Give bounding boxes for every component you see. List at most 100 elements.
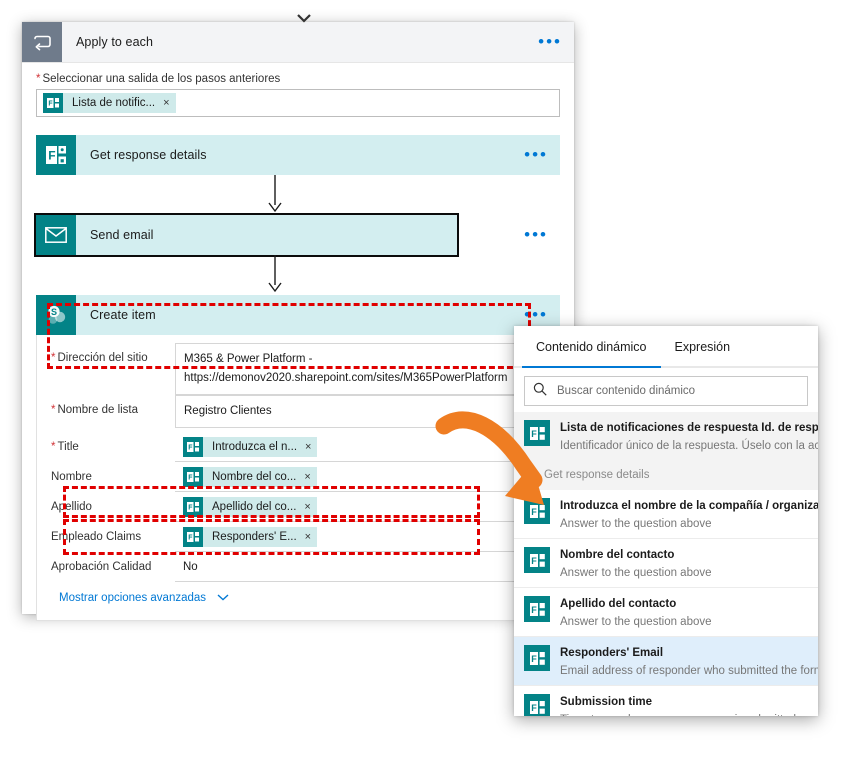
forms-icon-glyph: F bbox=[46, 146, 66, 164]
label-nombre: Nombre bbox=[51, 471, 92, 483]
list-name-input[interactable]: Registro Clientes bbox=[175, 395, 545, 428]
microsoft-forms-icon: F bbox=[524, 498, 550, 524]
dynamic-content-panel: Contenido dinámico Expresión Buscar cont… bbox=[514, 326, 818, 716]
empleado-claims-token-remove[interactable]: × bbox=[305, 531, 311, 543]
dynamic-item-title: Apellido del contacto bbox=[560, 598, 677, 610]
connector-2 bbox=[36, 255, 560, 295]
svg-text:F: F bbox=[188, 474, 193, 481]
empleado-claims-token[interactable]: F Responders' E... × bbox=[183, 526, 318, 547]
control-aprobacion-calidad[interactable]: No bbox=[175, 552, 545, 582]
search-icon-glyph bbox=[533, 382, 547, 396]
control-empleado-claims[interactable]: F Responders' E... × bbox=[175, 522, 545, 552]
aprobacion-calidad-dropdown[interactable]: No bbox=[175, 552, 545, 582]
action-card-create-item[interactable]: S Create item ••• bbox=[36, 295, 560, 335]
output-token[interactable]: F Lista de notific... × bbox=[43, 93, 176, 113]
apellido-token-label: Apellido del co... bbox=[212, 500, 297, 513]
apply-to-each-header[interactable]: Apply to each ••• bbox=[22, 22, 574, 63]
microsoft-forms-icon: F bbox=[524, 547, 550, 573]
control-apellido[interactable]: F Apellido del co... × bbox=[175, 492, 545, 522]
dynamic-item-nombre-compania[interactable]: F Introduzca el nombre de la compañía / … bbox=[514, 490, 818, 539]
microsoft-forms-icon: F bbox=[183, 496, 203, 517]
sharepoint-icon-glyph: S bbox=[48, 305, 66, 324]
dynamic-item-title: Submission time bbox=[560, 696, 653, 708]
label-title-text: Title bbox=[57, 441, 79, 453]
nombre-token-label: Nombre del co... bbox=[212, 470, 297, 483]
title-token-remove[interactable]: × bbox=[305, 441, 311, 453]
forms-icon-glyph: F bbox=[187, 441, 199, 452]
label-site-address-text: Dirección del sitio bbox=[57, 352, 148, 364]
advanced-options-link[interactable]: Mostrar opciones avanzadas bbox=[37, 582, 206, 604]
required-star: * bbox=[36, 73, 41, 85]
required-star-title: * bbox=[51, 441, 56, 453]
output-token-remove[interactable]: × bbox=[163, 97, 169, 109]
action-card-send-email[interactable]: Send email bbox=[34, 213, 459, 257]
dynamic-item-desc: Timestamp when a new response is submitt… bbox=[560, 714, 796, 716]
apply-to-each-title: Apply to each bbox=[76, 35, 154, 49]
tab-contenido-dinamico[interactable]: Contenido dinámico bbox=[522, 326, 661, 368]
dynamic-section-get-response-details[interactable]: Get response details bbox=[514, 460, 818, 490]
required-star-list: * bbox=[51, 404, 56, 416]
advanced-options-row: Mostrar opciones avanzadas bbox=[37, 582, 559, 606]
svg-text:F: F bbox=[531, 654, 537, 664]
empleado-claims-input[interactable]: F Responders' E... × bbox=[175, 522, 545, 552]
arrow-down-icon bbox=[268, 175, 282, 213]
tab-expresion[interactable]: Expresión bbox=[661, 326, 745, 366]
svg-text:F: F bbox=[188, 504, 193, 511]
title-input[interactable]: F Introduzca el n... × bbox=[175, 432, 545, 462]
dynamic-item-text: Lista de notificaciones de respuesta Id.… bbox=[550, 418, 818, 454]
microsoft-forms-icon: F bbox=[36, 135, 76, 175]
action-card-get-response-details[interactable]: F Get response details ••• bbox=[36, 135, 560, 175]
control-list-name[interactable]: Registro Clientes bbox=[175, 395, 545, 428]
action-menu-create-item[interactable]: ••• bbox=[524, 306, 548, 323]
apply-to-each-menu-button[interactable]: ••• bbox=[538, 33, 562, 50]
dynamic-item-apellido-contacto[interactable]: F Apellido del contacto Answer to the qu… bbox=[514, 588, 818, 637]
apellido-token[interactable]: F Apellido del co... × bbox=[183, 496, 317, 517]
apellido-input[interactable]: F Apellido del co... × bbox=[175, 492, 545, 522]
action-title-send-email: Send email bbox=[90, 228, 154, 242]
collapse-chevron-icon[interactable] bbox=[296, 14, 312, 26]
dynamic-item-lista-notificaciones[interactable]: F Lista de notificaciones de respuesta I… bbox=[514, 412, 818, 460]
apellido-token-remove[interactable]: × bbox=[304, 501, 310, 513]
svg-text:F: F bbox=[48, 101, 53, 108]
dynamic-item-text: Nombre del contacto Answer to the questi… bbox=[550, 545, 808, 581]
title-token[interactable]: F Introduzca el n... × bbox=[183, 436, 318, 457]
dynamic-item-text: Responders' Email Email address of respo… bbox=[550, 643, 818, 679]
forms-icon-glyph: F bbox=[529, 651, 545, 665]
close-icon[interactable] bbox=[524, 468, 536, 483]
nombre-token-remove[interactable]: × bbox=[304, 471, 310, 483]
dynamic-item-title: Nombre del contacto bbox=[560, 549, 675, 561]
microsoft-forms-icon: F bbox=[183, 466, 203, 487]
dynamic-item-submission-time[interactable]: F Submission time Timestamp when a new r… bbox=[514, 686, 818, 716]
action-menu-get-response-details[interactable]: ••• bbox=[524, 146, 548, 163]
dynamic-item-responders-email[interactable]: F Responders' Email Email address of res… bbox=[514, 637, 818, 686]
list-name-value: Registro Clientes bbox=[184, 405, 272, 417]
form-row-aprobacion-calidad: Aprobación Calidad No bbox=[37, 552, 559, 582]
site-address-line2: https://demonov2020.sharepoint.com/sites… bbox=[184, 372, 508, 384]
form-row-nombre: Nombre F Nombre del co... × bbox=[37, 462, 559, 492]
dynamic-item-title: Responders' Email bbox=[560, 647, 664, 659]
create-item-form: * Dirección del sitio M365 & Power Platfo… bbox=[36, 335, 560, 621]
dynamic-item-title: Lista de notificaciones de respuesta Id.… bbox=[560, 422, 818, 434]
site-address-input[interactable]: M365 & Power Platform - https://demonov2… bbox=[175, 343, 545, 395]
forms-icon-glyph: F bbox=[47, 98, 59, 108]
control-title[interactable]: F Introduzca el n... × bbox=[175, 432, 545, 462]
form-row-title: * Title F Introduzca el n... × bbox=[37, 432, 559, 462]
nombre-input[interactable]: F Nombre del co... × bbox=[175, 462, 545, 492]
sharepoint-icon: S bbox=[36, 295, 76, 335]
microsoft-forms-icon: F bbox=[524, 694, 550, 716]
loop-icon bbox=[22, 22, 62, 62]
control-site-address[interactable]: M365 & Power Platform - https://demonov2… bbox=[175, 343, 545, 395]
svg-text:F: F bbox=[531, 703, 537, 713]
action-menu-send-email[interactable]: ••• bbox=[524, 226, 548, 243]
empleado-claims-token-label: Responders' E... bbox=[212, 530, 297, 543]
select-output-label: * Seleccionar una salida de los pasos ant… bbox=[36, 73, 560, 85]
nombre-token[interactable]: F Nombre del co... × bbox=[183, 466, 317, 487]
action-title-create-item: Create item bbox=[90, 308, 156, 322]
svg-text:F: F bbox=[188, 444, 193, 451]
dynamic-item-nombre-contacto[interactable]: F Nombre del contacto Answer to the ques… bbox=[514, 539, 818, 588]
label-aprobacion-calidad: Aprobación Calidad bbox=[51, 561, 152, 573]
select-output-input[interactable]: F Lista de notific... × bbox=[36, 89, 560, 117]
chevron-down-icon[interactable] bbox=[217, 592, 229, 604]
control-nombre[interactable]: F Nombre del co... × bbox=[175, 462, 545, 492]
search-input[interactable]: Buscar contenido dinámico bbox=[524, 376, 808, 406]
